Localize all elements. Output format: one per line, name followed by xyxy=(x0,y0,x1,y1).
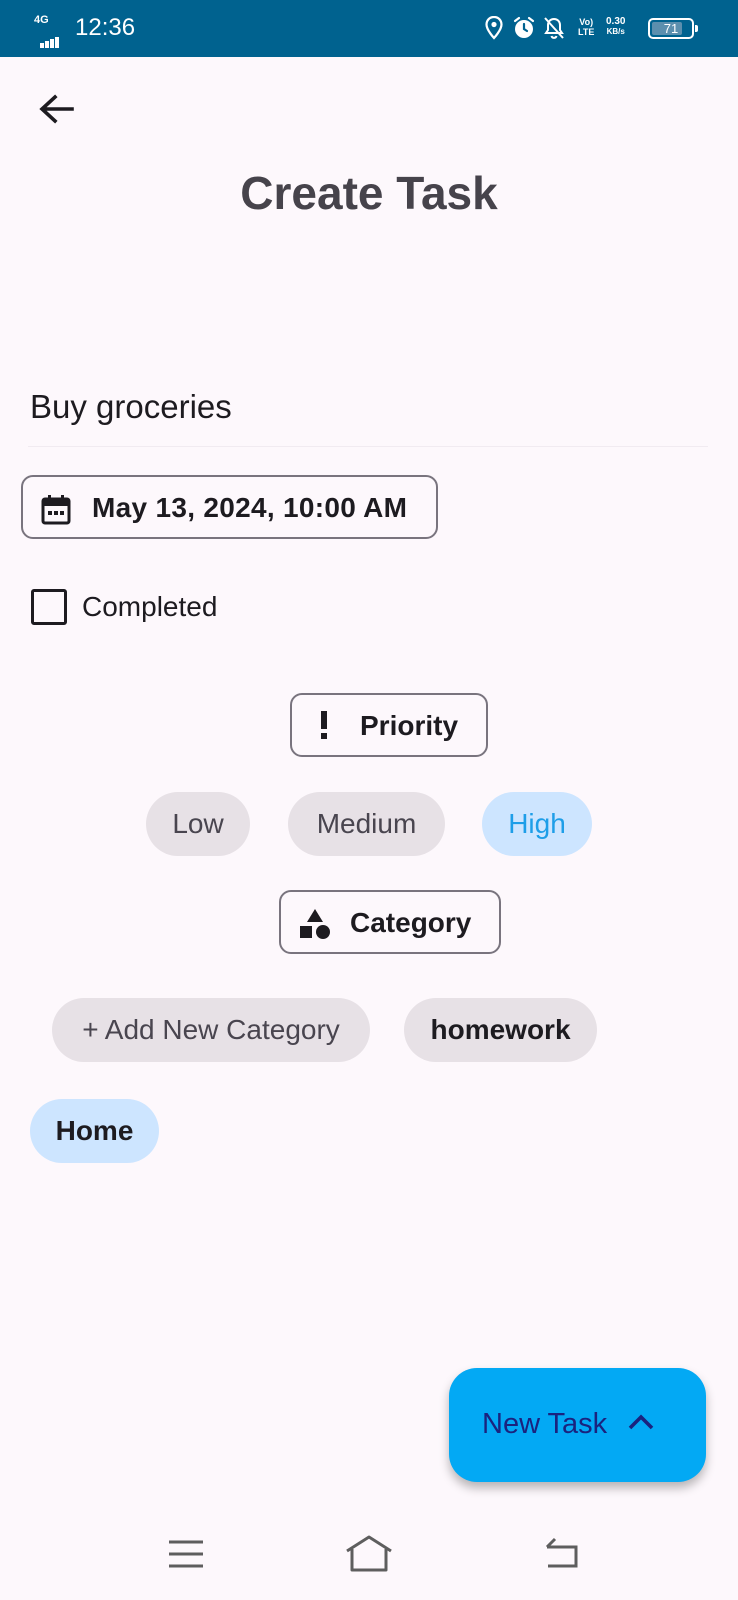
priority-chip-high[interactable]: High xyxy=(482,792,592,856)
location-icon xyxy=(485,16,503,40)
priority-button[interactable]: Priority xyxy=(290,693,488,757)
menu-icon xyxy=(169,1540,203,1568)
priority-label: Priority xyxy=(360,710,459,741)
category-chip-home[interactable]: Home xyxy=(30,1099,159,1163)
page-title: Create Task xyxy=(240,167,498,219)
nav-home-button[interactable] xyxy=(345,1532,393,1576)
notifications-off-icon xyxy=(544,17,564,39)
completed-checkbox[interactable] xyxy=(31,589,67,625)
home-icon xyxy=(346,1535,392,1572)
back-button[interactable] xyxy=(34,88,78,132)
category-chip-homework[interactable]: homework xyxy=(404,998,597,1062)
system-nav-bar xyxy=(0,1512,738,1600)
date-time-label: May 13, 2024, 10:00 AM xyxy=(92,492,408,523)
lte-label: LTE xyxy=(578,27,595,37)
category-button[interactable]: Category xyxy=(279,890,501,954)
priority-chip-low[interactable]: Low xyxy=(146,792,250,856)
status-time: 12:36 xyxy=(75,14,136,41)
volte-label: Vo) xyxy=(579,17,594,27)
category-label: Category xyxy=(350,907,472,938)
battery-icon: 71 xyxy=(648,18,698,39)
priority-exclamation-icon xyxy=(321,711,327,739)
speed-value: 0.30 xyxy=(606,16,626,27)
calendar-icon xyxy=(41,495,71,525)
new-task-fab[interactable]: New Task xyxy=(449,1368,706,1482)
back-nav-icon xyxy=(545,1537,578,1568)
task-name-input[interactable]: Buy groceries xyxy=(30,387,232,427)
alarm-icon xyxy=(513,16,535,38)
speed-unit: KB/s xyxy=(606,27,625,36)
network-speed: 0.30 KB/s xyxy=(606,17,625,37)
date-time-button[interactable]: May 13, 2024, 10:00 AM xyxy=(21,475,438,539)
status-bar: 4G 12:36 Vo) LTE 0.30 KB/s 71 xyxy=(0,0,738,57)
category-shapes-icon xyxy=(300,909,330,939)
completed-label: Completed xyxy=(82,591,218,622)
arrow-back-icon xyxy=(39,94,74,124)
signal-bars-icon xyxy=(40,30,60,48)
chevron-up-icon xyxy=(628,1414,654,1430)
nav-back-button[interactable] xyxy=(538,1532,586,1576)
priority-chip-medium[interactable]: Medium xyxy=(288,792,445,856)
battery-level: 71 xyxy=(663,21,679,36)
signal-indicator: 4G xyxy=(34,14,68,48)
add-new-category-chip[interactable]: + Add New Category xyxy=(52,998,370,1062)
volte-indicator: Vo) LTE xyxy=(578,17,594,37)
new-task-label: New Task xyxy=(482,1408,608,1440)
nav-menu-button[interactable] xyxy=(162,1532,210,1576)
task-name-underline xyxy=(28,446,708,447)
network-type: 4G xyxy=(34,14,49,26)
